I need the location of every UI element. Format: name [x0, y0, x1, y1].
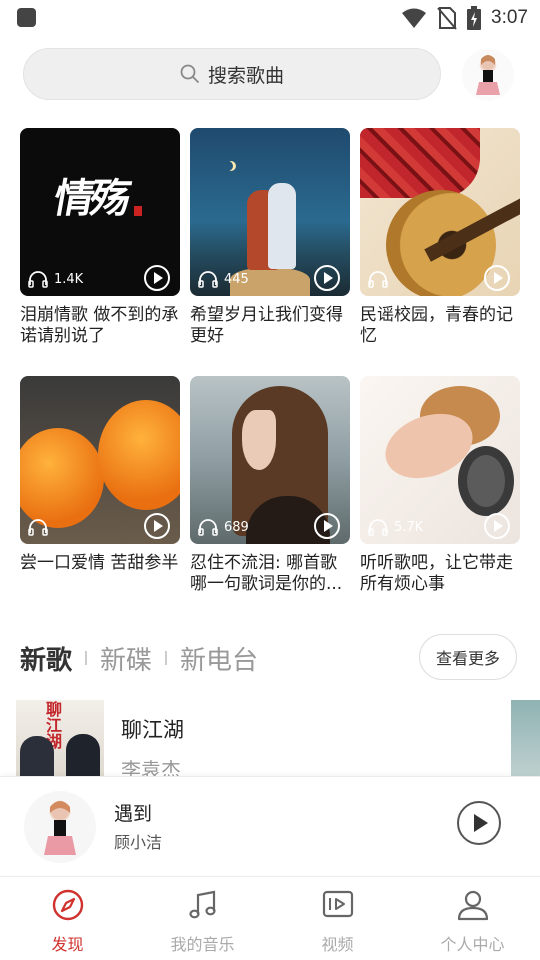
music-note-icon — [185, 887, 221, 923]
nav-label: 发现 — [51, 935, 84, 954]
wifi-icon — [402, 8, 427, 28]
nav-item-profile[interactable]: 个人中心 — [405, 877, 540, 960]
tab-new-songs[interactable]: 新歌 — [20, 640, 72, 677]
headphones-icon — [28, 519, 48, 536]
headphones-icon — [198, 271, 218, 288]
playlist-title: 听听歌吧，让它带走所有烦心事 — [360, 553, 513, 594]
play-count-value: 1.4K — [54, 271, 84, 287]
search-icon — [180, 64, 200, 84]
singer-figure-icon — [44, 801, 76, 855]
nav-item-video[interactable]: 视频 — [270, 877, 405, 960]
playlist-title: 民谣校园，青春的记忆 — [360, 305, 513, 346]
search-bar[interactable]: 搜索歌曲 — [23, 48, 441, 100]
play-count: 1.4K — [28, 270, 83, 288]
playlist-card[interactable]: 民谣校园，青春的记忆 — [360, 128, 520, 347]
section-tabs: 新歌 新碟 新电台 — [20, 638, 258, 678]
playlist-card[interactable]: 445 希望岁月让我们变得更好 — [190, 128, 350, 347]
playlist-card[interactable]: 情殇 1.4K 泪崩情歌 做不到的承诺请别说了 — [20, 128, 180, 347]
headphones-icon — [28, 271, 48, 288]
bottom-nav: 发现 我的音乐 视频 个人中心 — [0, 876, 540, 960]
play-circle-icon[interactable] — [314, 265, 340, 291]
view-more-button[interactable]: 查看更多 — [419, 634, 517, 680]
play-circle-icon[interactable] — [144, 513, 170, 539]
no-sim-icon — [437, 7, 457, 30]
play-count: 5.7K — [368, 518, 423, 536]
nav-label: 个人中心 — [440, 935, 505, 954]
playlist-card[interactable]: 689 忍住不流泪: 哪首歌哪一句歌词是你的... — [190, 376, 350, 595]
play-circle-icon[interactable] — [484, 265, 510, 291]
list-item[interactable]: 聊江湖 聊江湖 李袁杰 — [0, 700, 540, 776]
playlist-cover: 445 — [190, 128, 350, 296]
song-artist: 李袁杰 — [121, 758, 181, 776]
playlist-card[interactable]: 5.7K 听听歌吧，让它带走所有烦心事 — [360, 376, 520, 595]
battery-charging-icon — [467, 6, 482, 30]
play-circle-icon[interactable] — [484, 513, 510, 539]
nav-label: 我的音乐 — [170, 935, 235, 954]
song-title: 聊江湖 — [121, 718, 184, 742]
playlist-cover: 情殇 1.4K — [20, 128, 180, 296]
mini-player[interactable]: 遇到 顾小洁 — [0, 776, 540, 876]
video-icon — [320, 887, 356, 923]
nav-item-my-music[interactable]: 我的音乐 — [135, 877, 270, 960]
playlist-cover — [20, 376, 180, 544]
play-count — [28, 518, 54, 536]
clock: 3:07 — [491, 7, 528, 28]
play-count — [368, 270, 394, 288]
headphones-icon — [368, 519, 388, 536]
headphones-icon — [368, 271, 388, 288]
playlist-cover: 5.7K — [360, 376, 520, 544]
headphones-icon — [198, 519, 218, 536]
playlist-title: 尝一口爱情 苦甜参半 — [20, 553, 179, 573]
tab-new-albums[interactable]: 新碟 — [100, 640, 152, 677]
now-playing-title: 遇到 — [114, 803, 153, 825]
moon-icon — [223, 161, 233, 171]
play-count-value: 689 — [224, 519, 249, 535]
playlist-card[interactable]: 尝一口爱情 苦甜参半 — [20, 376, 180, 595]
playlist-title: 忍住不流泪: 哪首歌哪一句歌词是你的... — [190, 553, 343, 594]
app-notification-icon — [17, 8, 36, 27]
tab-divider — [85, 651, 88, 665]
status-bar: 3:07 — [0, 0, 540, 36]
cover-seal — [134, 206, 142, 216]
avatar-figure-icon — [476, 55, 500, 95]
tab-divider — [165, 651, 168, 665]
tab-new-radio[interactable]: 新电台 — [180, 640, 258, 677]
play-count-value: 5.7K — [394, 519, 424, 535]
nav-item-discover[interactable]: 发现 — [0, 877, 135, 960]
person-icon — [455, 887, 491, 923]
play-count: 689 — [198, 518, 249, 536]
play-circle-icon[interactable] — [314, 513, 340, 539]
play-button[interactable] — [457, 801, 501, 845]
cover-calligraphy: 情殇 — [50, 175, 131, 222]
play-count-value: 445 — [224, 271, 249, 287]
play-count: 445 — [198, 270, 249, 288]
now-playing-cover — [24, 791, 96, 863]
user-avatar[interactable] — [462, 49, 514, 101]
playlist-title: 泪崩情歌 做不到的承诺请别说了 — [20, 305, 179, 346]
nav-label: 视频 — [321, 935, 354, 954]
compass-icon — [50, 887, 86, 923]
playlist-cover — [360, 128, 520, 296]
next-song-cover-peek — [511, 700, 540, 776]
search-placeholder: 搜索歌曲 — [207, 64, 284, 87]
song-cover: 聊江湖 — [16, 700, 104, 776]
status-icons: 3:07 — [401, 5, 528, 31]
now-playing-artist: 顾小洁 — [114, 833, 163, 852]
playlist-cover: 689 — [190, 376, 350, 544]
playlist-title: 希望岁月让我们变得更好 — [190, 305, 343, 346]
play-circle-icon[interactable] — [144, 265, 170, 291]
